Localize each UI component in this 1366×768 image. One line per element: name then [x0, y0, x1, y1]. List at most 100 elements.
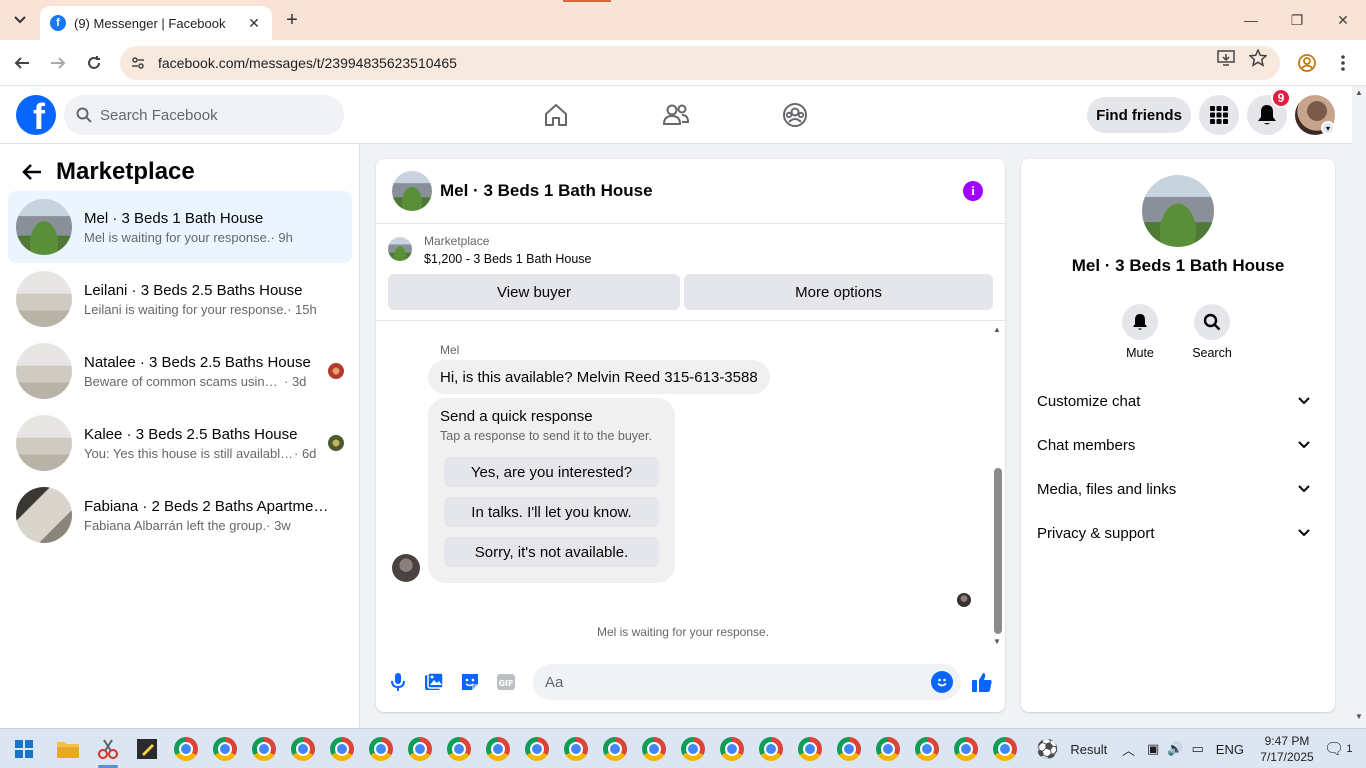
chrome-icon[interactable] [601, 735, 629, 763]
address-bar[interactable]: facebook.com/messages/t/2399483562351046… [120, 46, 1280, 80]
chrome-icon[interactable] [718, 735, 746, 763]
chrome-icon[interactable] [484, 735, 512, 763]
page-scrollbar[interactable]: ▲ ▼ [1352, 86, 1366, 728]
chrome-icon[interactable] [874, 735, 902, 763]
message-bubble[interactable]: Hi, is this available? Melvin Reed 315-6… [428, 360, 770, 394]
browser-menu-icon[interactable] [1333, 53, 1353, 73]
notification-center-icon[interactable]: 🗨 1 [1324, 729, 1352, 768]
back-button[interactable] [8, 49, 36, 77]
gif-icon[interactable]: GIF [494, 670, 518, 694]
scroll-up-icon[interactable]: ▲ [993, 325, 1001, 334]
chrome-icon[interactable] [991, 735, 1019, 763]
search-input[interactable] [100, 106, 320, 124]
chrome-icon[interactable] [250, 735, 278, 763]
media-files-links-row[interactable]: Media, files and links [1029, 469, 1327, 509]
file-explorer-icon[interactable] [54, 735, 82, 763]
scroll-down-icon[interactable]: ▼ [1355, 712, 1363, 721]
view-buyer-button[interactable]: View buyer [388, 274, 680, 310]
message-input[interactable] [545, 673, 905, 691]
quick-response-option[interactable]: In talks. I'll let you know. [444, 497, 659, 527]
home-icon[interactable] [541, 100, 571, 130]
forward-button[interactable] [44, 49, 72, 77]
reload-button[interactable] [80, 49, 108, 77]
weather-widget[interactable]: ⚽ Result [1036, 729, 1107, 768]
quick-response-option[interactable]: Yes, are you interested? [444, 457, 659, 487]
scroll-thumb[interactable] [994, 468, 1002, 634]
scroll-down-icon[interactable]: ▼ [993, 637, 1001, 646]
chrome-icon[interactable] [757, 735, 785, 763]
chrome-icon[interactable] [913, 735, 941, 763]
chat-avatar[interactable] [392, 171, 432, 211]
more-options-button[interactable]: More options [684, 274, 993, 310]
volume-icon[interactable]: 🔊 [1167, 741, 1183, 757]
profile-icon[interactable] [1297, 53, 1317, 73]
chrome-icon[interactable] [367, 735, 395, 763]
chrome-icon[interactable] [796, 735, 824, 763]
taskbar-clock[interactable]: 9:47 PM 7/17/2025 [1252, 733, 1322, 765]
groups-icon[interactable] [780, 100, 810, 130]
conversation-item[interactable]: Fabiana · 2 Beds 2 Baths Apartmen... Fab… [8, 479, 352, 551]
language-indicator[interactable]: ENG [1216, 742, 1244, 757]
chrome-icon[interactable] [445, 735, 473, 763]
friends-icon[interactable] [661, 100, 691, 130]
thumbs-up-icon[interactable] [970, 670, 994, 694]
menu-grid-button[interactable] [1199, 95, 1239, 135]
close-window-button[interactable]: ✕ [1320, 0, 1366, 40]
emoji-icon[interactable] [931, 671, 953, 693]
browser-tab-messenger[interactable]: f (9) Messenger | Facebook ✕ [40, 6, 272, 40]
bell-icon[interactable] [1122, 304, 1158, 340]
account-chevron-icon[interactable]: ▾ [1321, 121, 1335, 135]
find-friends-button[interactable]: Find friends [1087, 97, 1191, 133]
chrome-icon[interactable] [406, 735, 434, 763]
chrome-icon[interactable] [523, 735, 551, 763]
chrome-icon[interactable] [211, 735, 239, 763]
chrome-icon[interactable] [172, 735, 200, 763]
chrome-icon[interactable] [835, 735, 863, 763]
chrome-icon[interactable] [562, 735, 590, 763]
message-input-box[interactable] [533, 664, 961, 700]
restore-button[interactable]: ❐ [1274, 0, 1320, 40]
conversation-item[interactable]: Mel · 3 Beds 1 Bath House Mel is waiting… [8, 191, 352, 263]
facebook-logo-icon[interactable]: f [16, 95, 56, 135]
chrome-icon[interactable] [679, 735, 707, 763]
site-info-icon[interactable] [130, 55, 146, 71]
chat-members-row[interactable]: Chat members [1029, 425, 1327, 465]
minimize-button[interactable]: — [1228, 0, 1274, 40]
install-app-icon[interactable] [1216, 48, 1236, 68]
tab-close-icon[interactable]: ✕ [246, 15, 262, 31]
chrome-icon[interactable] [952, 735, 980, 763]
listing-title[interactable]: $1,200 - 3 Beds 1 Bath House [424, 252, 591, 266]
chrome-icon[interactable] [289, 735, 317, 763]
new-tab-button[interactable]: + [280, 8, 304, 32]
search-icon[interactable] [1194, 304, 1230, 340]
quick-response-option[interactable]: Sorry, it's not available. [444, 537, 659, 567]
mute-action[interactable]: Mute [1110, 304, 1170, 360]
thread-scrollbar[interactable]: ▲ ▼ [990, 322, 1004, 652]
battery-icon[interactable]: ▭ [1192, 741, 1204, 757]
sticker-icon[interactable] [458, 670, 482, 694]
microphone-icon[interactable] [386, 670, 410, 694]
chat-title[interactable]: Mel · 3 Beds 1 Bath House [440, 181, 653, 201]
customize-chat-row[interactable]: Customize chat [1029, 381, 1327, 421]
tab-search-button[interactable] [6, 7, 34, 33]
scroll-up-icon[interactable]: ▲ [1355, 88, 1363, 97]
back-arrow-button[interactable] [16, 156, 48, 188]
sticky-notes-icon[interactable] [133, 735, 161, 763]
facebook-search[interactable] [64, 95, 344, 135]
chrome-icon[interactable] [328, 735, 356, 763]
chrome-icon[interactable] [640, 735, 668, 763]
windows-start-icon[interactable] [10, 735, 38, 763]
snipping-tool-icon[interactable] [94, 735, 122, 763]
photo-icon[interactable] [422, 670, 446, 694]
browser-toolbar: facebook.com/messages/t/2399483562351046… [0, 40, 1366, 86]
conversation-item[interactable]: Leilani · 3 Beds 2.5 Baths House Leilani… [8, 263, 352, 335]
bookmark-star-icon[interactable] [1248, 48, 1268, 68]
conversation-item[interactable]: Natalee · 3 Beds 2.5 Baths House Beware … [8, 335, 352, 407]
info-icon[interactable]: i [963, 181, 983, 201]
search-action[interactable]: Search [1182, 304, 1242, 360]
privacy-support-row[interactable]: Privacy & support [1029, 513, 1327, 553]
conversation-item[interactable]: Kalee · 3 Beds 2.5 Baths House You: Yes … [8, 407, 352, 479]
message-thread[interactable]: Mel Hi, is this available? Melvin Reed 3… [376, 322, 1005, 652]
meet-now-icon[interactable]: ▣ [1147, 741, 1159, 757]
show-hidden-icons-icon[interactable]: ︿ [1122, 740, 1135, 759]
